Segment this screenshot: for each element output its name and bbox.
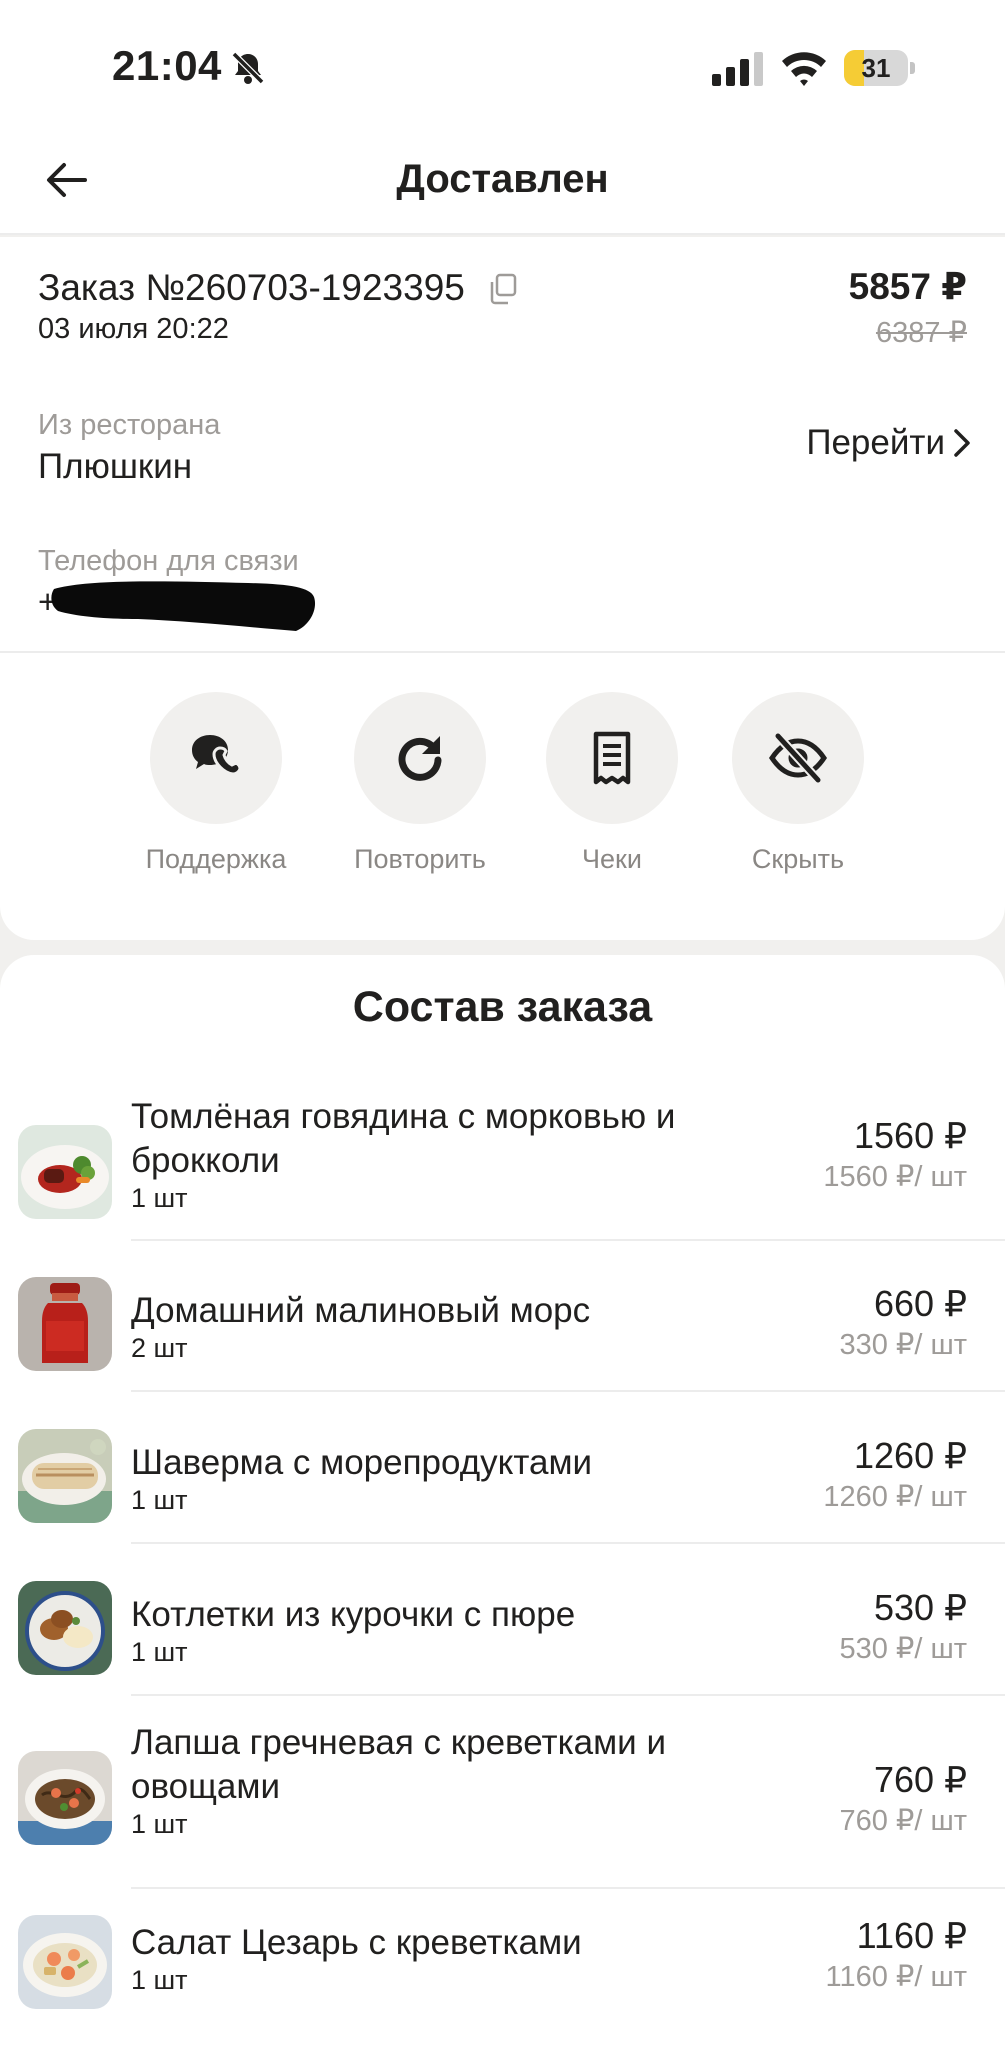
item-unit-price: 760 ₽/ шт — [839, 1805, 967, 1837]
item-price: 1160 ₽ — [856, 1915, 967, 1956]
item-thumbnail — [18, 1125, 112, 1219]
order-old-total: 6387 ₽ — [875, 317, 967, 349]
restaurant-caption: Из ресторана — [38, 409, 221, 441]
item-divider — [131, 1390, 1005, 1392]
item-price: 660 ₽ — [874, 1283, 967, 1324]
cellular-signal-icon — [712, 52, 763, 86]
divider — [0, 651, 1005, 653]
item-price: 530 ₽ — [874, 1587, 967, 1628]
restaurant-name: Плюшкин — [38, 447, 193, 486]
item-quantity: 1 шт — [131, 1183, 188, 1213]
item-price: 1260 ₽ — [854, 1435, 967, 1476]
item-unit-price: 330 ₽/ шт — [839, 1329, 967, 1361]
page-title: Доставлен — [396, 157, 609, 201]
support-label: Поддержка — [145, 844, 287, 874]
repeat-icon — [398, 736, 442, 781]
status-bar: 21:04 31 — [0, 0, 1005, 135]
wifi-icon — [782, 52, 826, 86]
top-bar: Доставлен — [0, 135, 1005, 235]
phone-caption: Телефон для связи — [38, 545, 299, 577]
order-total: 5857 ₽ — [848, 266, 967, 307]
bell-muted-icon — [231, 51, 265, 85]
item-thumbnail — [18, 1915, 112, 2009]
order-actions: Поддержка Повторить Чеки Скрыть — [0, 692, 1005, 892]
support-action[interactable]: Поддержка — [126, 692, 306, 875]
battery-level: 31 — [861, 53, 891, 83]
item-name: Лапша гречневая с креветками и овощами — [131, 1723, 666, 1806]
item-name: Домашний малиновый морс — [131, 1291, 591, 1330]
battery-icon: 31 — [844, 50, 916, 86]
item-price: 1560 ₽ — [854, 1115, 967, 1156]
item-quantity: 1 шт — [131, 1809, 188, 1839]
phone-support-icon — [192, 735, 242, 776]
item-name: Томлёная говядина с морковью и брокколи — [131, 1097, 676, 1180]
item-divider — [131, 1542, 1005, 1544]
item-quantity: 1 шт — [131, 1637, 188, 1667]
item-thumbnail — [18, 1277, 112, 1371]
order-number: Заказ №260703-1923395 — [38, 267, 465, 308]
item-thumbnail — [18, 1751, 112, 1845]
item-divider — [131, 1239, 1005, 1241]
receipts-action[interactable]: Чеки — [522, 692, 702, 875]
item-name: Котлетки из курочки с пюре — [131, 1595, 576, 1634]
item-thumbnail — [18, 1429, 112, 1523]
eye-off-icon — [768, 732, 828, 784]
goto-restaurant-button[interactable]: Перейти — [806, 423, 971, 463]
item-divider — [131, 1887, 1005, 1889]
repeat-action[interactable]: Повторить — [330, 692, 510, 875]
item-divider — [131, 1694, 1005, 1696]
order-details-screen: 21:04 31 Доставлен Заказ №260703-1923395… — [0, 0, 1005, 2048]
status-time: 21:04 — [112, 42, 222, 89]
item-unit-price: 1560 ₽/ шт — [823, 1161, 967, 1193]
item-quantity: 1 шт — [131, 1485, 188, 1515]
order-date: 03 июля 20:22 — [38, 313, 229, 345]
item-quantity: 2 шт — [131, 1333, 188, 1363]
repeat-label: Повторить — [354, 844, 486, 874]
copy-icon[interactable] — [488, 273, 518, 305]
item-name: Шаверма с морепродуктами — [131, 1443, 593, 1482]
item-unit-price: 1160 ₽/ шт — [825, 1961, 967, 1993]
receipts-label: Чеки — [582, 844, 642, 874]
hide-action[interactable]: Скрыть — [708, 692, 888, 875]
item-quantity: 1 шт — [131, 1965, 188, 1995]
item-thumbnail — [18, 1581, 112, 1675]
receipt-icon — [593, 731, 631, 785]
order-items-card: Состав заказа Томлёная говядина с морков… — [0, 955, 1005, 2048]
item-unit-price: 1260 ₽/ шт — [823, 1481, 967, 1513]
item-unit-price: 530 ₽/ шт — [839, 1633, 967, 1665]
order-info-card: Заказ №260703-1923395 03 июля 20:22 5857… — [0, 237, 1005, 940]
item-price: 760 ₽ — [874, 1759, 967, 1800]
chevron-right-icon — [954, 429, 970, 457]
items-title: Состав заказа — [352, 983, 653, 1031]
hide-label: Скрыть — [751, 844, 845, 874]
goto-label: Перейти — [806, 423, 945, 462]
item-name: Салат Цезарь с креветками — [131, 1923, 582, 1962]
redacted-phone — [51, 581, 316, 631]
